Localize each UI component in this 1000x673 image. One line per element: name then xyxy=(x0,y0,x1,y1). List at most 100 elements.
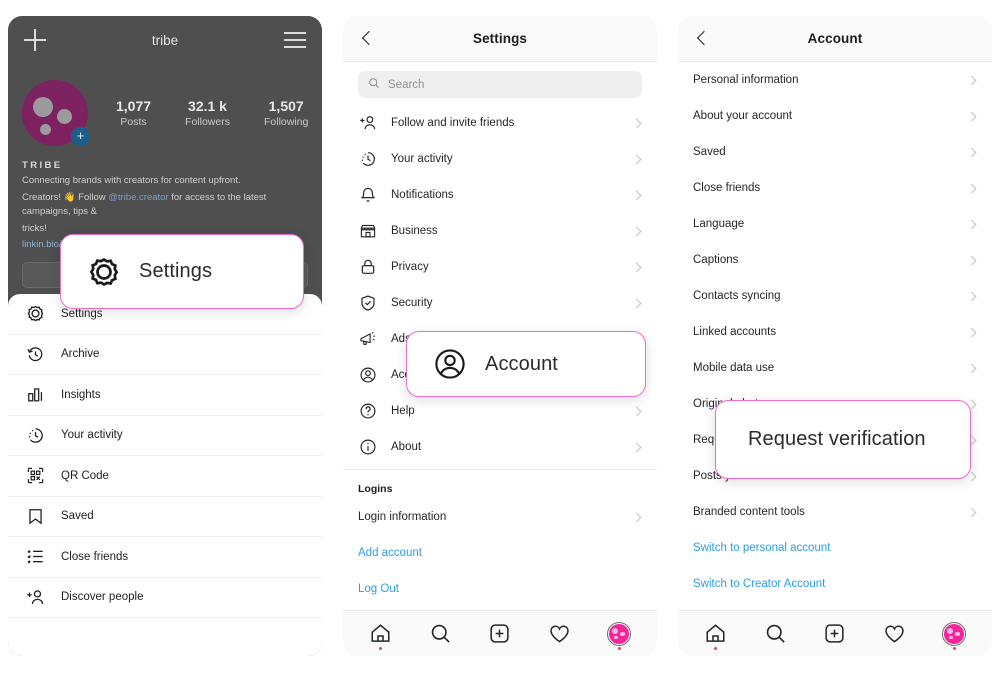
menu-item-label: Settings xyxy=(61,307,103,320)
logins-row-login-information[interactable]: Login information xyxy=(343,499,657,535)
callout-account[interactable]: Account xyxy=(406,331,646,397)
settings-row-your-activity[interactable]: Your activity xyxy=(343,141,657,177)
chevron-right-icon xyxy=(966,147,977,157)
account-row-language[interactable]: Language xyxy=(678,206,992,242)
settings-row-about[interactable]: About xyxy=(343,429,657,465)
account-row-switch-to-personal-account[interactable]: Switch to personal account xyxy=(678,530,992,566)
avatar[interactable]: + xyxy=(22,80,90,146)
account-row-saved[interactable]: Saved xyxy=(678,134,992,170)
account-row-branded-content-tools[interactable]: Branded content tools xyxy=(678,494,992,530)
qr-code-icon xyxy=(26,466,45,485)
account-row-mobile-data-use[interactable]: Mobile data use xyxy=(678,350,992,386)
chevron-right-icon xyxy=(631,262,642,272)
search-tab[interactable] xyxy=(426,620,454,648)
callout-settings[interactable]: Settings xyxy=(60,234,304,309)
callout-request-verification[interactable]: Request verification xyxy=(715,400,971,479)
account-row-switch-to-creator-account[interactable]: Switch to Creator Account xyxy=(678,566,992,602)
account-row-label: Linked accounts xyxy=(693,326,777,338)
account-row-label: Switch to Creator Account xyxy=(693,578,826,590)
page-title: Settings xyxy=(472,31,528,46)
shield-check-icon xyxy=(358,294,377,313)
search-input[interactable]: Search xyxy=(358,71,642,98)
menu-item-label: Close friends xyxy=(61,550,129,563)
add-person-icon xyxy=(358,114,377,133)
account-circle-icon xyxy=(433,347,467,381)
menu-item-archive[interactable]: Archive xyxy=(8,335,322,375)
logins-row-add-account[interactable]: Add account xyxy=(343,535,657,571)
settings-row-label: Security xyxy=(391,297,433,309)
chevron-right-icon xyxy=(631,512,642,522)
callout-label: Request verification xyxy=(748,428,926,450)
bio-line-1: Connecting brands with creators for cont… xyxy=(22,175,241,186)
settings-row-business[interactable]: Business xyxy=(343,213,657,249)
settings-row-label: Your activity xyxy=(391,153,453,165)
page-title: Account xyxy=(807,31,863,46)
menu-item-insights[interactable]: Insights xyxy=(8,375,322,416)
hamburger-icon[interactable] xyxy=(283,32,306,48)
settings-row-notifications[interactable]: Notifications xyxy=(343,177,657,213)
menu-item-discover-people[interactable]: Discover people xyxy=(8,578,322,618)
insights-bar-chart-icon xyxy=(26,385,45,404)
settings-row-follow-invite[interactable]: Follow and invite friends xyxy=(343,105,657,141)
add-story-badge[interactable]: + xyxy=(71,127,90,146)
account-row-personal-information[interactable]: Personal information xyxy=(678,62,992,98)
phone-account-screen: Account Personal information About your … xyxy=(678,16,992,656)
plus-square-icon xyxy=(490,624,510,643)
account-row-close-friends[interactable]: Close friends xyxy=(678,170,992,206)
profile-tab[interactable] xyxy=(940,620,968,650)
plus-icon[interactable] xyxy=(24,29,46,51)
profile-header-row: + 1,077 Posts 32.1 k Followers 1,507 Fol… xyxy=(22,80,308,146)
settings-row-help[interactable]: Help xyxy=(343,393,657,429)
profile-tab[interactable] xyxy=(605,620,633,650)
storefront-icon xyxy=(358,222,377,241)
settings-row-label: About xyxy=(391,441,422,453)
home-tab[interactable] xyxy=(367,620,395,650)
menu-item-your-activity[interactable]: Your activity xyxy=(8,416,322,456)
stat-posts[interactable]: 1,077 Posts xyxy=(116,98,151,128)
chevron-right-icon xyxy=(631,154,642,164)
chevron-right-icon xyxy=(631,442,642,452)
account-row-linked-accounts[interactable]: Linked accounts xyxy=(678,314,992,350)
home-badge-dot xyxy=(714,646,718,650)
account-row-label: Captions xyxy=(693,254,739,266)
bottom-tab-bar xyxy=(678,610,992,656)
account-row-about-your-account[interactable]: About your account xyxy=(678,98,992,134)
create-tab[interactable] xyxy=(486,620,514,648)
account-row-captions[interactable]: Captions xyxy=(678,242,992,278)
search-tab[interactable] xyxy=(761,620,789,648)
settings-row-security[interactable]: Security xyxy=(343,285,657,321)
back-chevron-icon[interactable] xyxy=(692,29,712,49)
settings-row-privacy[interactable]: Privacy xyxy=(343,249,657,285)
megaphone-icon xyxy=(358,330,377,349)
settings-gear-icon xyxy=(87,255,121,289)
home-tab[interactable] xyxy=(702,620,730,650)
chevron-right-icon xyxy=(966,255,977,265)
stat-value: 32.1 k xyxy=(188,98,227,114)
stat-following[interactable]: 1,507 Following xyxy=(264,98,308,128)
activity-tab[interactable] xyxy=(546,620,574,648)
profile-menu-sheet: Settings Archive Insights Your activity xyxy=(8,294,322,656)
chevron-right-icon xyxy=(966,75,977,85)
home-icon xyxy=(706,624,725,642)
chevron-right-icon xyxy=(966,111,977,121)
logins-list: Login information Add account Log Out xyxy=(343,499,657,607)
menu-item-qr-code[interactable]: QR Code xyxy=(8,456,322,497)
account-row-contacts-syncing[interactable]: Contacts syncing xyxy=(678,278,992,314)
activity-tab[interactable] xyxy=(881,620,909,648)
stat-followers[interactable]: 32.1 k Followers xyxy=(185,98,230,128)
bio-handle-link[interactable]: @tribe.creator xyxy=(108,192,168,203)
search-placeholder: Search xyxy=(388,78,425,91)
settings-row-label: Help xyxy=(391,405,415,417)
account-row-label: Contacts syncing xyxy=(693,290,781,302)
settings-gear-icon xyxy=(26,304,45,323)
menu-item-close-friends[interactable]: Close friends xyxy=(8,537,322,578)
account-row-label: Close friends xyxy=(693,182,761,194)
add-person-icon xyxy=(26,588,45,607)
close-friends-list-icon xyxy=(26,547,45,566)
back-chevron-icon[interactable] xyxy=(357,29,377,49)
create-tab[interactable] xyxy=(821,620,849,648)
section-divider xyxy=(343,469,657,477)
menu-item-saved[interactable]: Saved xyxy=(8,497,322,537)
logins-row-log-out[interactable]: Log Out xyxy=(343,571,657,607)
heart-icon xyxy=(885,625,904,643)
